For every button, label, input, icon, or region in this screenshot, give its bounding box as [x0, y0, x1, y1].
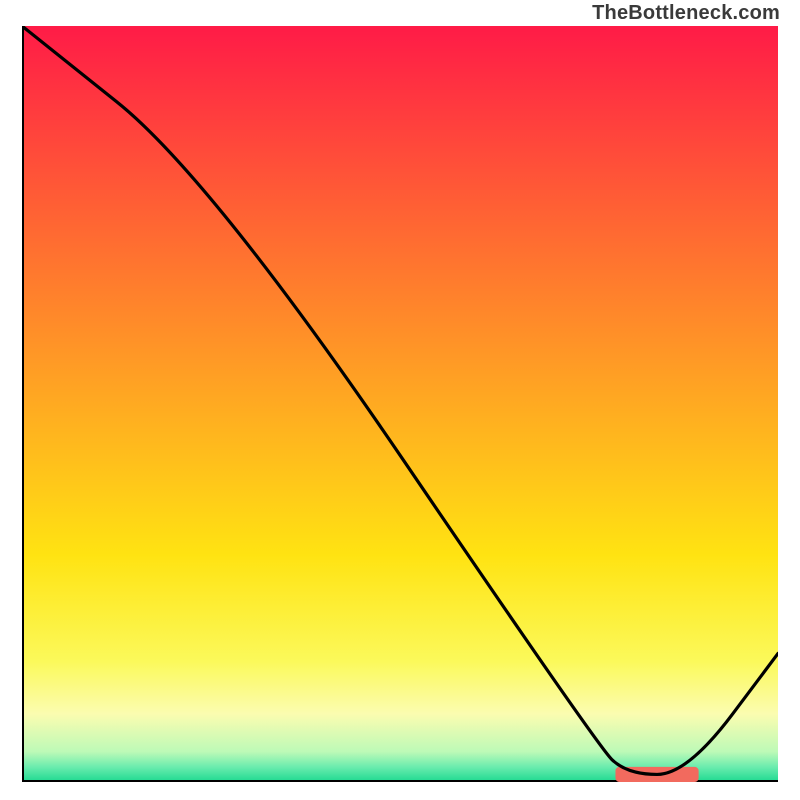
- chart-svg: [22, 26, 778, 782]
- gradient-background: [22, 26, 778, 782]
- plot-area: [22, 26, 778, 782]
- chart-container: TheBottleneck.com: [0, 0, 800, 800]
- attribution-text: TheBottleneck.com: [592, 2, 780, 25]
